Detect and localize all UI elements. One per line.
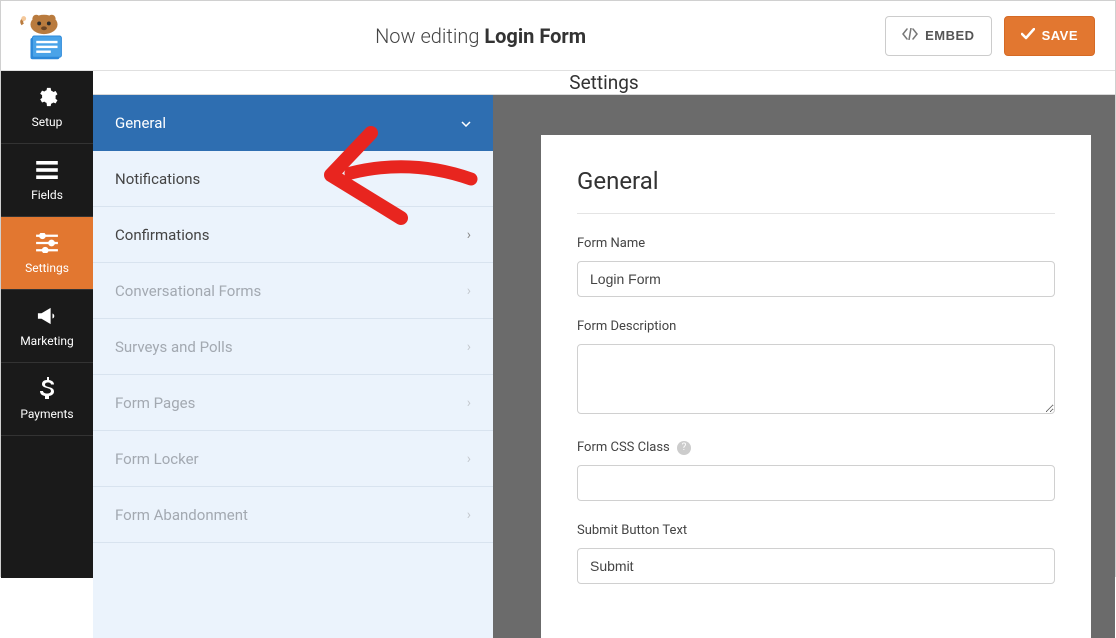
embed-button[interactable]: EMBED	[885, 16, 991, 56]
sub-header-title: Settings	[569, 71, 638, 94]
settings-label: Form Abandonment	[115, 506, 248, 524]
list-icon	[35, 158, 59, 182]
nav-label: Settings	[25, 261, 69, 275]
nav-item-fields[interactable]: Fields	[1, 144, 93, 217]
submit-button-text-label: Submit Button Text	[577, 523, 1055, 538]
settings-label: Surveys and Polls	[115, 338, 233, 356]
chevron-right-icon: ›	[467, 339, 471, 355]
chevron-down-icon	[461, 115, 471, 131]
settings-label: Confirmations	[115, 226, 209, 244]
save-button[interactable]: SAVE	[1004, 16, 1095, 56]
settings-panel: General Form Name Form Description Form …	[541, 135, 1091, 638]
nav-label: Marketing	[20, 334, 74, 348]
gear-icon	[35, 85, 59, 109]
settings-item-general[interactable]: General	[93, 95, 493, 151]
chevron-right-icon: ›	[467, 451, 471, 467]
settings-label: Conversational Forms	[115, 282, 261, 300]
chevron-right-icon: ›	[467, 395, 471, 411]
settings-item-confirmations[interactable]: Confirmations ›	[93, 207, 493, 263]
settings-item-surveys-polls[interactable]: Surveys and Polls ›	[93, 319, 493, 375]
settings-sidebar: General Notifications › Confirmations › …	[93, 95, 493, 638]
panel-title: General	[577, 167, 1055, 214]
chevron-right-icon: ›	[467, 283, 471, 299]
settings-item-notifications[interactable]: Notifications ›	[93, 151, 493, 207]
help-icon[interactable]: ?	[677, 441, 691, 455]
form-css-class-label: Form CSS Class ?	[577, 440, 1055, 455]
form-name-display: Login Form	[484, 24, 586, 48]
form-name-label: Form Name	[577, 236, 1055, 251]
dollar-icon	[35, 377, 59, 401]
settings-label: Form Locker	[115, 450, 199, 468]
settings-item-form-abandonment[interactable]: Form Abandonment ›	[93, 487, 493, 543]
sub-header: Settings	[93, 71, 1115, 95]
submit-button-text-input[interactable]	[577, 548, 1055, 584]
settings-label: Form Pages	[115, 394, 195, 412]
settings-item-conversational-forms[interactable]: Conversational Forms ›	[93, 263, 493, 319]
editing-prefix: Now editing	[375, 24, 484, 48]
nav-item-marketing[interactable]: Marketing	[1, 290, 93, 363]
form-css-class-input[interactable]	[577, 465, 1055, 501]
embed-label: EMBED	[925, 28, 974, 43]
nav-label: Payments	[20, 407, 73, 421]
header-actions: EMBED SAVE	[885, 16, 1095, 56]
check-icon	[1021, 28, 1035, 43]
nav-label: Fields	[31, 188, 63, 202]
nav-item-setup[interactable]: Setup	[1, 71, 93, 144]
save-label: SAVE	[1042, 28, 1078, 43]
settings-label: General	[115, 114, 166, 132]
settings-item-form-pages[interactable]: Form Pages ›	[93, 375, 493, 431]
nav-item-settings[interactable]: Settings	[1, 217, 93, 290]
nav-item-payments[interactable]: Payments	[1, 363, 93, 436]
form-description-label: Form Description	[577, 319, 1055, 334]
bullhorn-icon	[35, 304, 59, 328]
form-name-input[interactable]	[577, 261, 1055, 297]
page-title: Now editing Login Form	[76, 24, 885, 48]
nav-label: Setup	[32, 115, 63, 129]
settings-label: Notifications	[115, 170, 200, 188]
chevron-right-icon: ›	[467, 227, 471, 243]
left-sidebar: Setup Fields Settings Marketing Payments	[1, 71, 93, 578]
settings-item-form-locker[interactable]: Form Locker ›	[93, 431, 493, 487]
sliders-icon	[35, 231, 59, 255]
chevron-right-icon: ›	[467, 171, 471, 187]
wpforms-logo	[11, 6, 76, 66]
form-description-input[interactable]	[577, 344, 1055, 414]
chevron-right-icon: ›	[467, 507, 471, 523]
top-header: Now editing Login Form EMBED SAVE	[1, 1, 1115, 71]
code-icon	[902, 28, 918, 43]
